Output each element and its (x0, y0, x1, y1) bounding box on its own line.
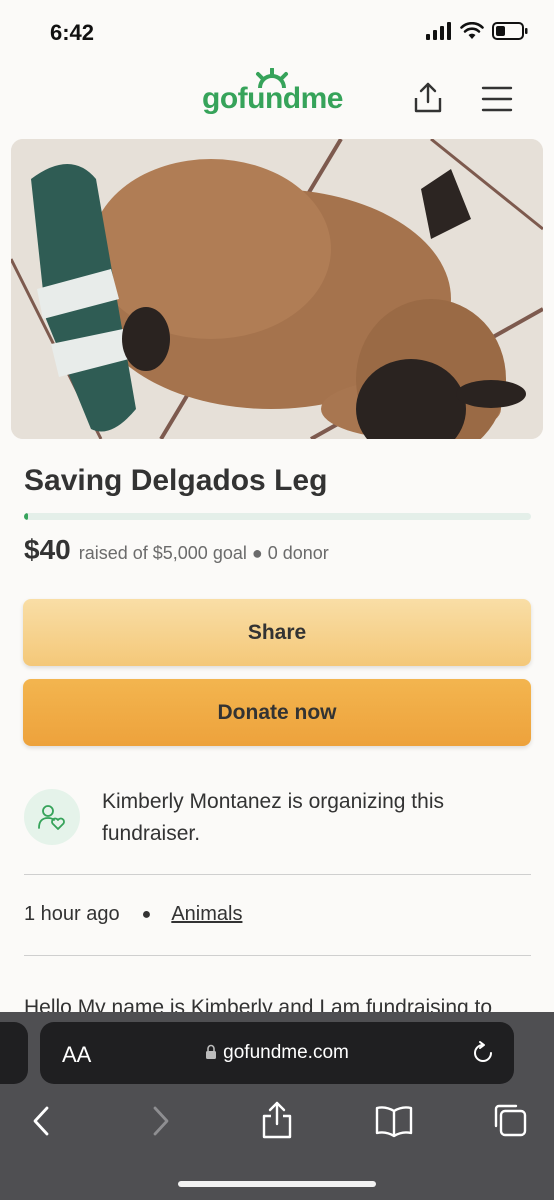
organizer-avatar (24, 789, 80, 845)
url-display[interactable]: gofundme.com (40, 1042, 514, 1064)
progress-fill (24, 513, 29, 520)
share-button[interactable]: Share (23, 599, 531, 666)
bookmarks-icon[interactable] (374, 1104, 414, 1138)
url-text: gofundme.com (223, 1042, 349, 1063)
status-time: 6:42 (50, 20, 95, 45)
menu-icon[interactable] (480, 84, 514, 114)
organizer-heart-icon (38, 805, 65, 830)
donate-now-button[interactable]: Donate now (23, 679, 531, 746)
share-sheet-icon[interactable] (260, 1100, 294, 1140)
logo-sun-icon (256, 68, 288, 89)
reload-icon[interactable] (470, 1040, 496, 1066)
address-bar[interactable]: AA gofundme.com (40, 1022, 514, 1084)
divider (24, 955, 531, 956)
created-time: 1 hour ago (24, 903, 120, 925)
status-icons (426, 22, 528, 40)
signal-icon (426, 22, 451, 40)
category-link[interactable]: Animals (171, 903, 242, 926)
home-indicator (178, 1181, 376, 1187)
forward-icon[interactable] (148, 1104, 174, 1138)
amount-raised: $40 (24, 534, 71, 565)
puppy-image (11, 139, 543, 439)
goal-text: raised of $5,000 goal ● 0 donor (78, 543, 329, 563)
previous-tab-edge[interactable] (0, 1022, 28, 1084)
status-bar: 6:42 (0, 0, 554, 66)
progress-bar (24, 513, 531, 520)
divider (24, 874, 531, 875)
battery-icon (492, 22, 528, 40)
site-header: gofundme (0, 66, 554, 136)
tabs-icon[interactable] (492, 1102, 528, 1138)
campaign-title: Saving Delgados Leg (24, 464, 328, 497)
organizer-text: Kimberly Montanez is organizing this fun… (102, 790, 444, 845)
wifi-icon (460, 22, 484, 39)
meta-row: 1 hour ago ● Animals (24, 903, 242, 926)
browser-toolbar: AA gofundme.com (0, 1012, 554, 1200)
funding-summary: $40 raised of $5,000 goal ● 0 donor (24, 534, 329, 566)
campaign-photo (11, 139, 543, 439)
meta-separator: ● (141, 905, 152, 923)
gofundme-logo[interactable]: gofundme (202, 68, 343, 116)
back-icon[interactable] (28, 1104, 54, 1138)
lock-icon (206, 1044, 217, 1059)
share-icon[interactable] (410, 80, 446, 116)
